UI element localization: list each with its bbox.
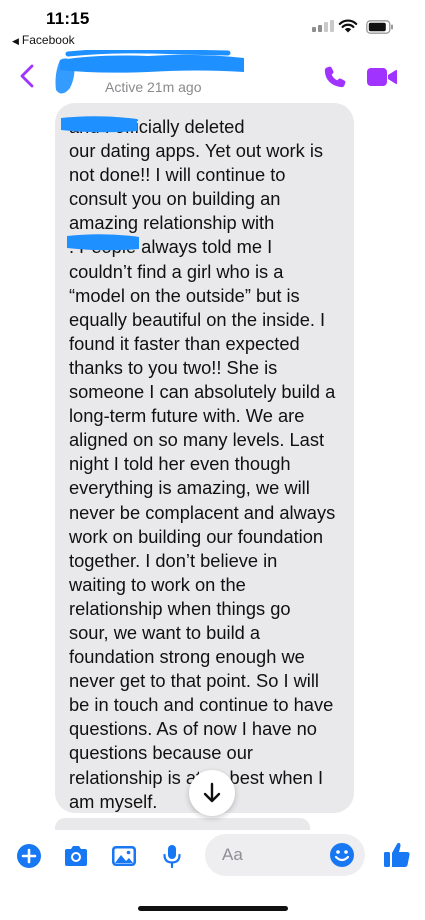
chevron-left-icon: [20, 64, 34, 88]
wifi-icon: [338, 19, 358, 33]
cellular-signal-icon: [312, 20, 334, 32]
video-call-icon[interactable]: [366, 64, 398, 90]
message-input-placeholder: Aa: [222, 845, 243, 864]
message-input[interactable]: Aa: [205, 834, 365, 876]
camera-icon[interactable]: [62, 842, 90, 870]
name-redaction: [67, 234, 139, 251]
next-message-bubble: [55, 818, 310, 830]
name-redaction: [61, 116, 137, 133]
message-text: and I officially deleted our dating apps…: [69, 116, 336, 812]
back-to-app-link[interactable]: ◀ Facebook: [12, 33, 75, 47]
status-time: 11:15: [46, 9, 90, 28]
status-bar: 11:15 ◀ Facebook: [0, 0, 425, 52]
message-bubble[interactable]: and I officially deleted our dating apps…: [55, 103, 354, 813]
message-composer: Aa: [0, 830, 425, 880]
battery-icon: [366, 20, 393, 34]
conversation-header: Active 21m ago: [0, 50, 425, 104]
back-to-app-label: Facebook: [21, 33, 75, 47]
active-status: Active 21m ago: [105, 79, 202, 95]
contact-name-redaction[interactable]: [58, 50, 246, 80]
photo-icon[interactable]: [110, 842, 138, 870]
plus-icon[interactable]: [15, 842, 43, 870]
thumbs-up-icon[interactable]: [382, 840, 412, 870]
scroll-to-bottom-button[interactable]: [189, 770, 235, 816]
home-indicator: [138, 906, 288, 911]
microphone-icon[interactable]: [158, 842, 186, 870]
arrow-down-icon: [203, 782, 221, 803]
phone-call-icon[interactable]: [322, 64, 348, 90]
emoji-icon[interactable]: [328, 841, 356, 869]
back-triangle-icon: ◀: [12, 36, 19, 46]
back-button[interactable]: [14, 62, 40, 90]
